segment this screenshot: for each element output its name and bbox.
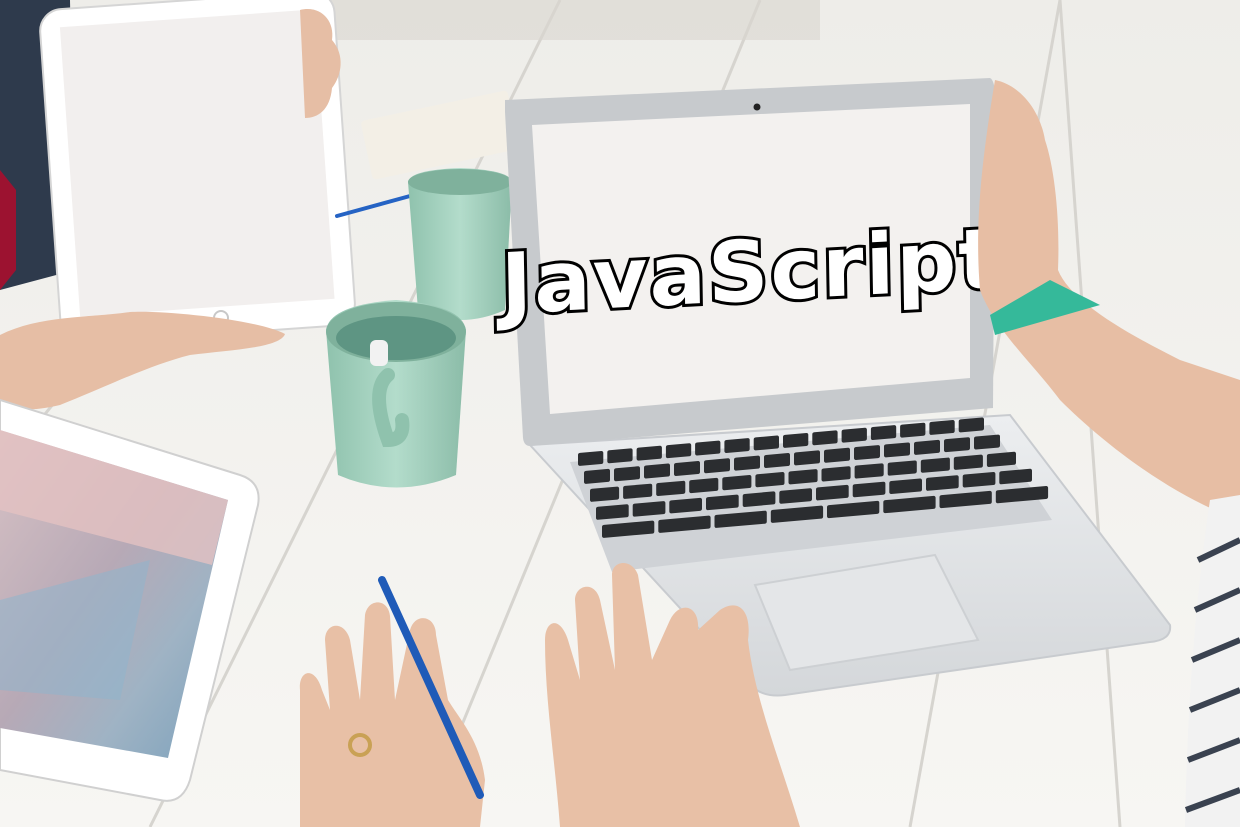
keyboard-key[interactable]	[974, 434, 1000, 450]
keyboard-key[interactable]	[578, 450, 604, 466]
keyboard-key[interactable]	[870, 425, 897, 441]
keyboard-key[interactable]	[753, 435, 780, 451]
keyboard-key[interactable]	[665, 443, 692, 459]
keyboard-key[interactable]	[704, 458, 730, 474]
keyboard-key[interactable]	[584, 468, 610, 484]
keyboard-key[interactable]	[794, 450, 820, 466]
keyboard-key[interactable]	[755, 472, 785, 488]
keyboard-key[interactable]	[900, 422, 926, 438]
keyboard-key[interactable]	[884, 442, 910, 458]
keyboard-key[interactable]	[812, 430, 838, 446]
keyboard-key[interactable]	[614, 466, 640, 482]
keyboard-key[interactable]	[722, 475, 752, 491]
keyboard-key[interactable]	[764, 453, 790, 468]
keyboard-key[interactable]	[953, 454, 983, 471]
keyboard-key[interactable]	[920, 457, 950, 473]
keyboard-key[interactable]	[734, 455, 760, 471]
person-left-tie	[0, 170, 16, 290]
keyboard-key[interactable]	[656, 480, 686, 497]
keyboard-key[interactable]	[590, 486, 620, 502]
keyboard-key[interactable]	[854, 463, 884, 479]
keyboard-key[interactable]	[724, 438, 750, 453]
keyboard-key[interactable]	[944, 437, 970, 453]
keyboard-key[interactable]	[607, 448, 633, 464]
keyboard-key[interactable]	[824, 447, 850, 463]
keyboard-key[interactable]	[623, 483, 653, 500]
keyboard-key[interactable]	[854, 445, 880, 461]
keyboard-key[interactable]	[695, 440, 721, 456]
background-shadow	[300, 0, 820, 40]
keyboard-key[interactable]	[644, 463, 670, 479]
photo-scene: JavaScript	[0, 0, 1240, 827]
camera-icon	[753, 103, 761, 111]
keyboard-key[interactable]	[929, 420, 955, 435]
keyboard-key[interactable]	[821, 466, 851, 482]
keyboard-key[interactable]	[689, 477, 719, 494]
keyboard-key[interactable]	[783, 432, 809, 448]
mug-front	[326, 300, 466, 488]
keyboard-key[interactable]	[914, 439, 940, 455]
keyboard-key[interactable]	[887, 460, 917, 476]
keyboard-key[interactable]	[958, 417, 985, 433]
keyboard-key[interactable]	[636, 445, 662, 461]
keyboard-key[interactable]	[841, 427, 867, 443]
keyboard-key[interactable]	[788, 469, 818, 485]
keyboard-key[interactable]	[986, 451, 1017, 468]
keyboard-key[interactable]	[674, 461, 700, 476]
mug-back	[408, 168, 512, 320]
